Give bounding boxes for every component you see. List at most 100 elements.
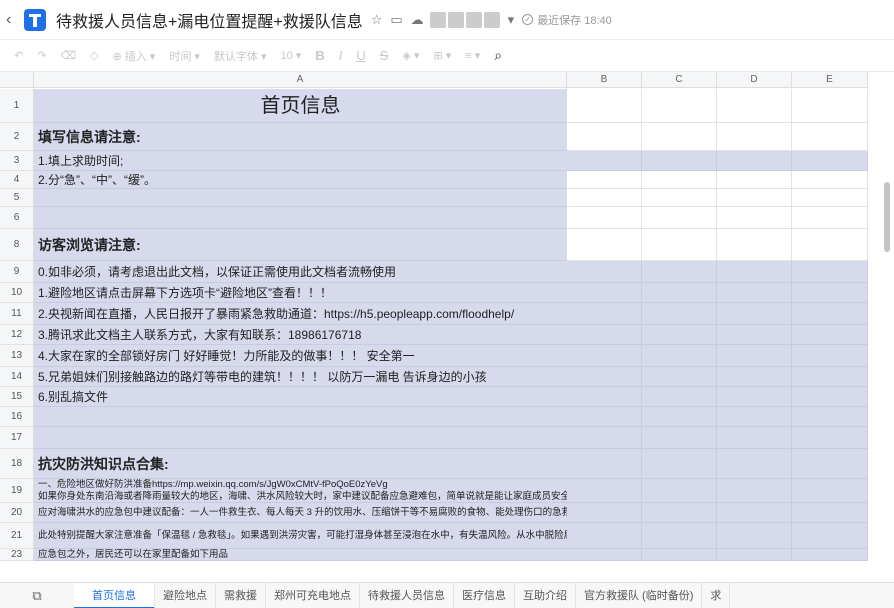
vertical-scrollbar[interactable] [884, 182, 890, 252]
cell[interactable] [567, 207, 642, 229]
cell[interactable] [642, 523, 717, 549]
cell[interactable] [567, 123, 642, 151]
cell-a[interactable]: 首页信息 [34, 89, 567, 123]
sheet-tab[interactable]: 互助介绍 [515, 582, 576, 608]
cell[interactable] [642, 427, 717, 449]
row-header[interactable]: 4 [0, 171, 34, 189]
cell[interactable] [717, 123, 792, 151]
redo-icon[interactable]: ↷ [37, 49, 46, 62]
cell[interactable] [717, 171, 792, 189]
cell[interactable] [642, 325, 717, 345]
row-header[interactable]: 18 [0, 449, 34, 479]
cell[interactable] [567, 345, 642, 367]
column-header-a[interactable]: A [34, 72, 567, 88]
sheet-tab[interactable]: 求 [702, 582, 731, 608]
cell-a[interactable]: 4.大家在家的全部锁好房门 好好睡觉！力所能及的做事！！！ 安全第一 [34, 345, 567, 367]
fill-color-icon[interactable]: ◈ ▾ [402, 49, 419, 62]
row-header[interactable]: 14 [0, 367, 34, 387]
cell-a[interactable] [34, 407, 567, 427]
row-header[interactable]: 11 [0, 303, 34, 325]
cell[interactable] [642, 503, 717, 523]
cell-a[interactable] [34, 207, 567, 229]
cell-a[interactable]: 0.如非必须，请考虑退出此文档，以保证正需使用此文档者流畅使用 [34, 261, 567, 283]
cell-a[interactable]: 2.央视新闻在直播，人民日报开了暴雨紧急救助通道：https://h5.peop… [34, 303, 567, 325]
cell[interactable] [717, 549, 792, 561]
column-header-c[interactable]: C [642, 72, 717, 88]
row-header[interactable]: 6 [0, 207, 34, 229]
cell[interactable] [567, 325, 642, 345]
cell[interactable] [642, 303, 717, 325]
cell-a[interactable]: 应对海啸洪水的应急包中建议配备：一人一件救生衣、每人每天 3 升的饮用水、压缩饼… [34, 503, 567, 523]
cell[interactable] [642, 261, 717, 283]
cell[interactable] [717, 367, 792, 387]
cell[interactable] [792, 123, 868, 151]
cell-a[interactable]: 5.兄弟姐妹们别接触路边的路灯等带电的建筑！！！！ 以防万一漏电 告诉身边的小孩 [34, 367, 567, 387]
cell[interactable] [567, 407, 642, 427]
insert-button[interactable]: ⊕ 插入 ▾ [112, 48, 155, 64]
cell[interactable] [567, 171, 642, 189]
cell[interactable] [567, 283, 642, 303]
cell-a[interactable]: 此处特别提醒大家注意准备「保温毯 / 急救毯」。如果遇到洪涝灾害，可能打湿身体甚… [34, 523, 567, 549]
cell[interactable] [717, 189, 792, 207]
cell[interactable] [642, 189, 717, 207]
cell[interactable] [717, 449, 792, 479]
cell[interactable] [792, 449, 868, 479]
row-header[interactable]: 13 [0, 345, 34, 367]
cell[interactable] [567, 503, 642, 523]
cell-a[interactable]: 填写信息请注意: [34, 123, 567, 151]
row-header[interactable]: 12 [0, 325, 34, 345]
sheet-tab[interactable]: 郑州可充电地点 [266, 582, 360, 608]
cell[interactable] [717, 207, 792, 229]
cell[interactable] [642, 549, 717, 561]
cloud-icon[interactable]: ☁ [411, 12, 424, 28]
underline-button[interactable]: U [356, 48, 365, 63]
cell[interactable] [717, 283, 792, 303]
cell[interactable] [717, 89, 792, 123]
document-title[interactable]: 待救援人员信息+漏电位置提醒+救援队信息 [56, 8, 363, 32]
cell[interactable] [792, 325, 868, 345]
document-info-icon[interactable]: ▭ [390, 12, 402, 28]
clear-format-icon[interactable]: ◇ [90, 49, 98, 62]
row-header[interactable]: 9 [0, 261, 34, 283]
cell[interactable] [567, 229, 642, 261]
cell[interactable] [792, 283, 868, 303]
sheet-tab[interactable]: 避险地点 [155, 582, 216, 608]
cell[interactable] [792, 261, 868, 283]
row-header[interactable]: 2 [0, 123, 34, 151]
italic-button[interactable]: I [339, 48, 343, 63]
cell[interactable] [642, 171, 717, 189]
cell[interactable] [567, 89, 642, 123]
bold-button[interactable]: B [315, 48, 324, 63]
border-icon[interactable]: ⊞ ▾ [433, 49, 451, 62]
cell[interactable] [567, 303, 642, 325]
row-header[interactable]: 8 [0, 229, 34, 261]
sheet-tab[interactable]: 待救援人员信息 [360, 582, 454, 608]
sheet-tab[interactable]: 医疗信息 [454, 582, 515, 608]
collaborator-avatars[interactable] [429, 11, 500, 28]
cell[interactable] [717, 261, 792, 283]
cell[interactable] [792, 207, 868, 229]
font-family-select[interactable]: 默认字体 ▾ [214, 48, 267, 64]
format-painter-icon[interactable]: ⌫ [60, 49, 76, 62]
cell-a[interactable] [34, 427, 567, 449]
strikethrough-button[interactable]: S [380, 48, 389, 63]
cell[interactable] [792, 151, 868, 171]
cell[interactable] [717, 523, 792, 549]
cell[interactable] [567, 427, 642, 449]
cell[interactable] [792, 189, 868, 207]
sheet-list-icon[interactable]: ⧉ [0, 588, 74, 604]
cell[interactable] [792, 407, 868, 427]
search-icon[interactable]: ⌕ [494, 47, 502, 64]
cell[interactable] [792, 229, 868, 261]
cell[interactable] [717, 503, 792, 523]
cell[interactable] [642, 449, 717, 479]
row-header[interactable]: 17 [0, 427, 34, 449]
cell[interactable] [792, 171, 868, 189]
cell[interactable] [792, 479, 868, 503]
cell[interactable] [717, 387, 792, 407]
cell[interactable] [642, 367, 717, 387]
cell[interactable] [717, 479, 792, 503]
cell-a[interactable]: 抗灾防洪知识点合集: [34, 449, 567, 479]
cell[interactable] [642, 207, 717, 229]
cell[interactable] [642, 89, 717, 123]
